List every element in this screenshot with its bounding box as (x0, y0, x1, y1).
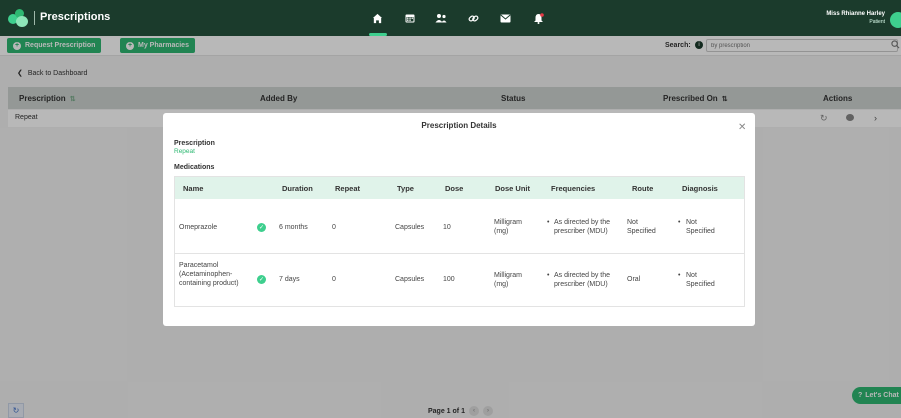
medication-name: Paracetamol (Acetaminophen-containing pr… (179, 262, 239, 287)
app-logo-icon[interactable] (8, 9, 30, 27)
bullet: • (678, 272, 681, 279)
bell-icon[interactable] (530, 10, 546, 26)
modal-title: Prescription Details (421, 121, 497, 130)
prescription-details-modal: Prescription Details ✕ Prescription Repe… (163, 113, 755, 326)
close-icon[interactable]: ✕ (738, 122, 746, 133)
medication-route: Not Specified (627, 219, 656, 235)
medications-table: Name Duration Repeat Type Dose Dose Unit… (174, 176, 745, 307)
prescription-label: Prescription (174, 140, 215, 147)
user-name: Miss Rhianne Harley (826, 11, 885, 17)
medication-dose: 10 (443, 224, 451, 231)
top-navbar: Prescriptions Miss Rhianne Harley Patien… (0, 0, 901, 36)
medication-diagnosis: Not Specified (686, 219, 715, 235)
medication-dose: 100 (443, 276, 455, 283)
user-role: Patient (869, 19, 885, 25)
medication-duration: 7 days (279, 276, 300, 283)
check-icon: ✓ (257, 223, 266, 232)
column-header-diagnosis: Diagnosis (682, 184, 718, 193)
column-header-dose-unit: Dose Unit (495, 184, 531, 193)
avatar[interactable] (890, 12, 901, 28)
home-icon[interactable] (369, 10, 385, 26)
column-header-route: Route (632, 184, 654, 193)
medication-duration: 6 months (279, 224, 308, 231)
column-header-repeat: Repeat (335, 184, 361, 193)
medication-dose-unit: Milligram (mg) (494, 219, 522, 235)
medication-type: Capsules (395, 276, 425, 283)
medication-frequency: As directed by the prescriber (MDU) (554, 219, 611, 235)
medication-row: Paracetamol (Acetaminophen-containing pr… (175, 254, 744, 306)
bullet: • (547, 219, 550, 226)
medication-route: Oral (627, 276, 641, 283)
medication-diagnosis: Not Specified (686, 272, 715, 288)
mail-icon[interactable] (497, 10, 513, 26)
column-header-type: Type (397, 184, 414, 193)
medication-repeat: 0 (332, 224, 336, 231)
medications-label: Medications (174, 164, 215, 171)
prescription-value: Repeat (174, 148, 195, 155)
medication-repeat: 0 (332, 276, 336, 283)
medication-row: Omeprazole ✓ 6 months 0 Capsules 10 Mill… (175, 199, 744, 254)
medications-table-header: Name Duration Repeat Type Dose Dose Unit… (175, 177, 744, 199)
column-header-dose: Dose (445, 184, 464, 193)
medication-dose-unit: Milligram (mg) (494, 272, 522, 288)
column-header-frequencies: Frequencies (551, 184, 596, 193)
check-icon: ✓ (257, 275, 266, 284)
medication-frequency: As directed by the prescriber (MDU) (554, 272, 611, 288)
page-title: Prescriptions (40, 11, 111, 23)
column-header-name: Name (183, 184, 204, 193)
medication-type: Capsules (395, 224, 425, 231)
calendar-icon[interactable] (402, 10, 418, 26)
people-icon[interactable] (433, 10, 449, 26)
divider (34, 11, 35, 25)
bullet: • (678, 219, 681, 226)
bullet: • (547, 272, 550, 279)
link-icon[interactable] (465, 10, 481, 26)
medication-name: Omeprazole (179, 224, 218, 231)
column-header-duration: Duration (282, 184, 313, 193)
